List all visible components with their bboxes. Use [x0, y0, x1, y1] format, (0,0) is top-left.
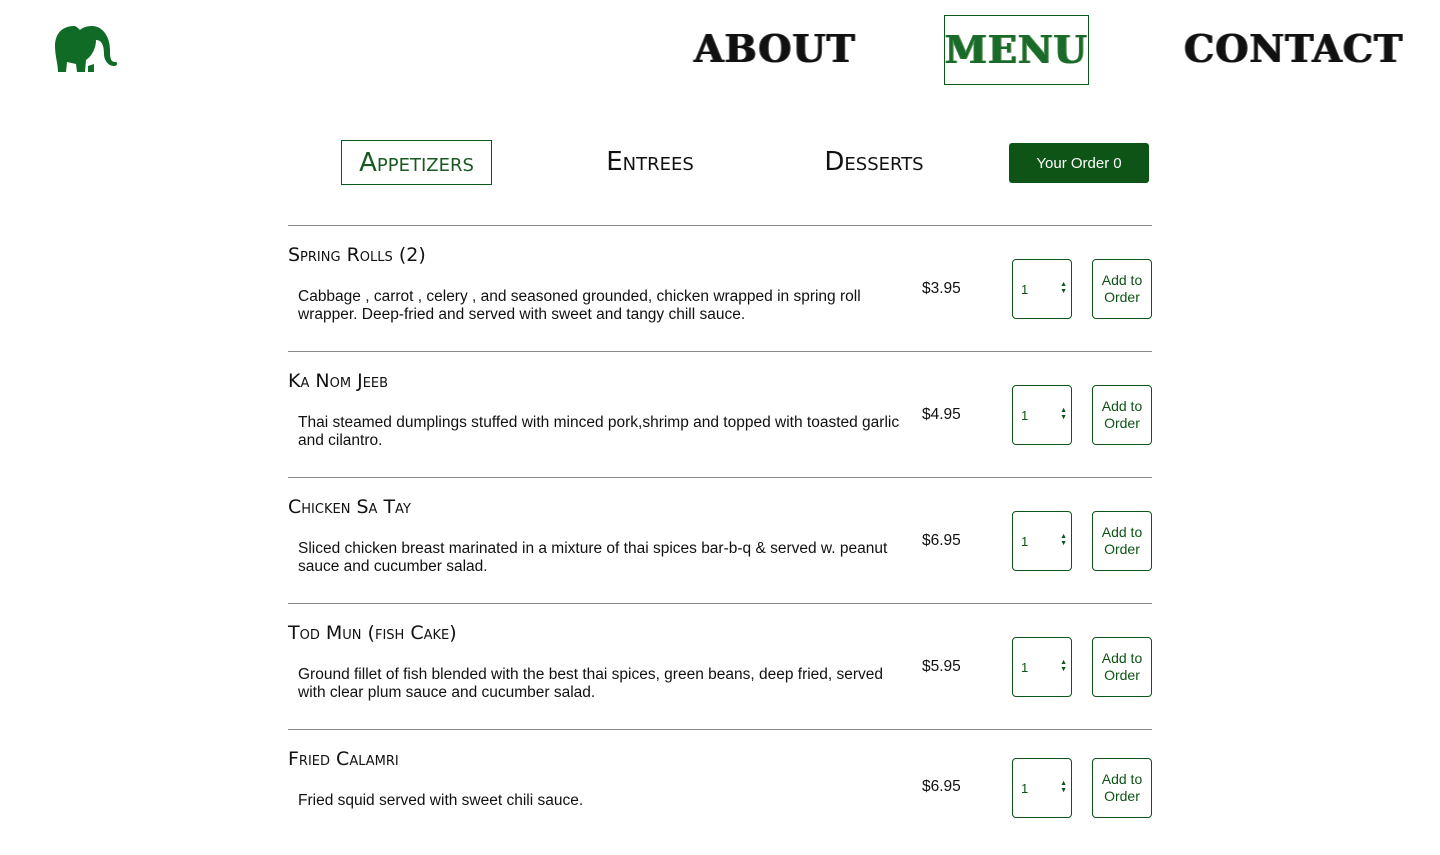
add-to-order-button[interactable]: Add to Order: [1092, 385, 1152, 445]
main-nav: ABOUT MENU CONTACT: [0, 15, 1440, 85]
quantity-select[interactable]: 1 ▲ ▼: [1012, 511, 1072, 571]
quantity-value: 1: [1021, 660, 1029, 675]
item-name: Spring Rolls (2): [288, 244, 426, 266]
add-to-order-button[interactable]: Add to Order: [1092, 758, 1152, 818]
item-description: Fried squid served with sweet chili sauc…: [298, 792, 584, 809]
item-name: Ka Nom Jeeb: [288, 370, 389, 392]
menu-list: Spring Rolls (2) Cabbage , carrot , cele…: [288, 225, 1152, 855]
quantity-value: 1: [1021, 781, 1029, 796]
item-name: Chicken Sa Tay: [288, 496, 411, 518]
item-description: Sliced chicken breast marinated in a mix…: [298, 540, 888, 575]
select-arrows-icon: ▲ ▼: [1060, 407, 1067, 421]
select-arrows-icon: ▲ ▼: [1060, 533, 1067, 547]
quantity-value: 1: [1021, 408, 1029, 423]
order-count: 0: [1113, 154, 1122, 172]
add-to-order-button[interactable]: Add to Order: [1092, 637, 1152, 697]
tab-entrees[interactable]: Entrees: [586, 140, 714, 185]
select-arrows-icon: ▲ ▼: [1060, 780, 1067, 794]
select-arrows-icon: ▲ ▼: [1060, 281, 1067, 295]
item-price: $6.95: [922, 532, 961, 549]
menu-item: Fried Calamri Fried squid served with sw…: [288, 729, 1152, 855]
your-order-button[interactable]: Your Order 0: [1009, 143, 1149, 183]
quantity-value: 1: [1021, 282, 1029, 297]
add-to-order-button[interactable]: Add to Order: [1092, 511, 1152, 571]
quantity-select[interactable]: 1 ▲ ▼: [1012, 637, 1072, 697]
tab-appetizers[interactable]: Appetizers: [341, 140, 492, 185]
select-arrows-icon: ▲ ▼: [1060, 659, 1067, 673]
quantity-select[interactable]: 1 ▲ ▼: [1012, 259, 1072, 319]
item-description: Cabbage , carrot , celery , and seasoned…: [298, 288, 861, 323]
add-to-order-button[interactable]: Add to Order: [1092, 259, 1152, 319]
menu-item: Spring Rolls (2) Cabbage , carrot , cele…: [288, 225, 1152, 351]
quantity-select[interactable]: 1 ▲ ▼: [1012, 385, 1072, 445]
category-tabs: Appetizers Entrees Desserts Your Order 0: [0, 140, 1440, 185]
item-name: Fried Calamri: [288, 748, 399, 770]
nav-about[interactable]: ABOUT: [694, 15, 855, 85]
item-price: $3.95: [922, 280, 961, 297]
tab-desserts[interactable]: Desserts: [804, 140, 944, 185]
nav-menu[interactable]: MENU: [944, 15, 1089, 85]
item-description: Thai steamed dumplings stuffed with minc…: [298, 414, 900, 449]
quantity-select[interactable]: 1 ▲ ▼: [1012, 758, 1072, 818]
item-price: $5.95: [922, 658, 961, 675]
nav-contact[interactable]: CONTACT: [1184, 15, 1402, 85]
item-price: $6.95: [922, 778, 961, 795]
menu-item: Tod Mun (fish Cake) Ground fillet of fis…: [288, 603, 1152, 729]
menu-item: Ka Nom Jeeb Thai steamed dumplings stuff…: [288, 351, 1152, 477]
your-order-label: Your Order: [1036, 154, 1110, 172]
item-price: $4.95: [922, 406, 961, 423]
quantity-value: 1: [1021, 534, 1029, 549]
menu-item: Chicken Sa Tay Sliced chicken breast mar…: [288, 477, 1152, 603]
item-name: Tod Mun (fish Cake): [288, 622, 457, 644]
item-description: Ground fillet of fish blended with the b…: [298, 666, 884, 701]
